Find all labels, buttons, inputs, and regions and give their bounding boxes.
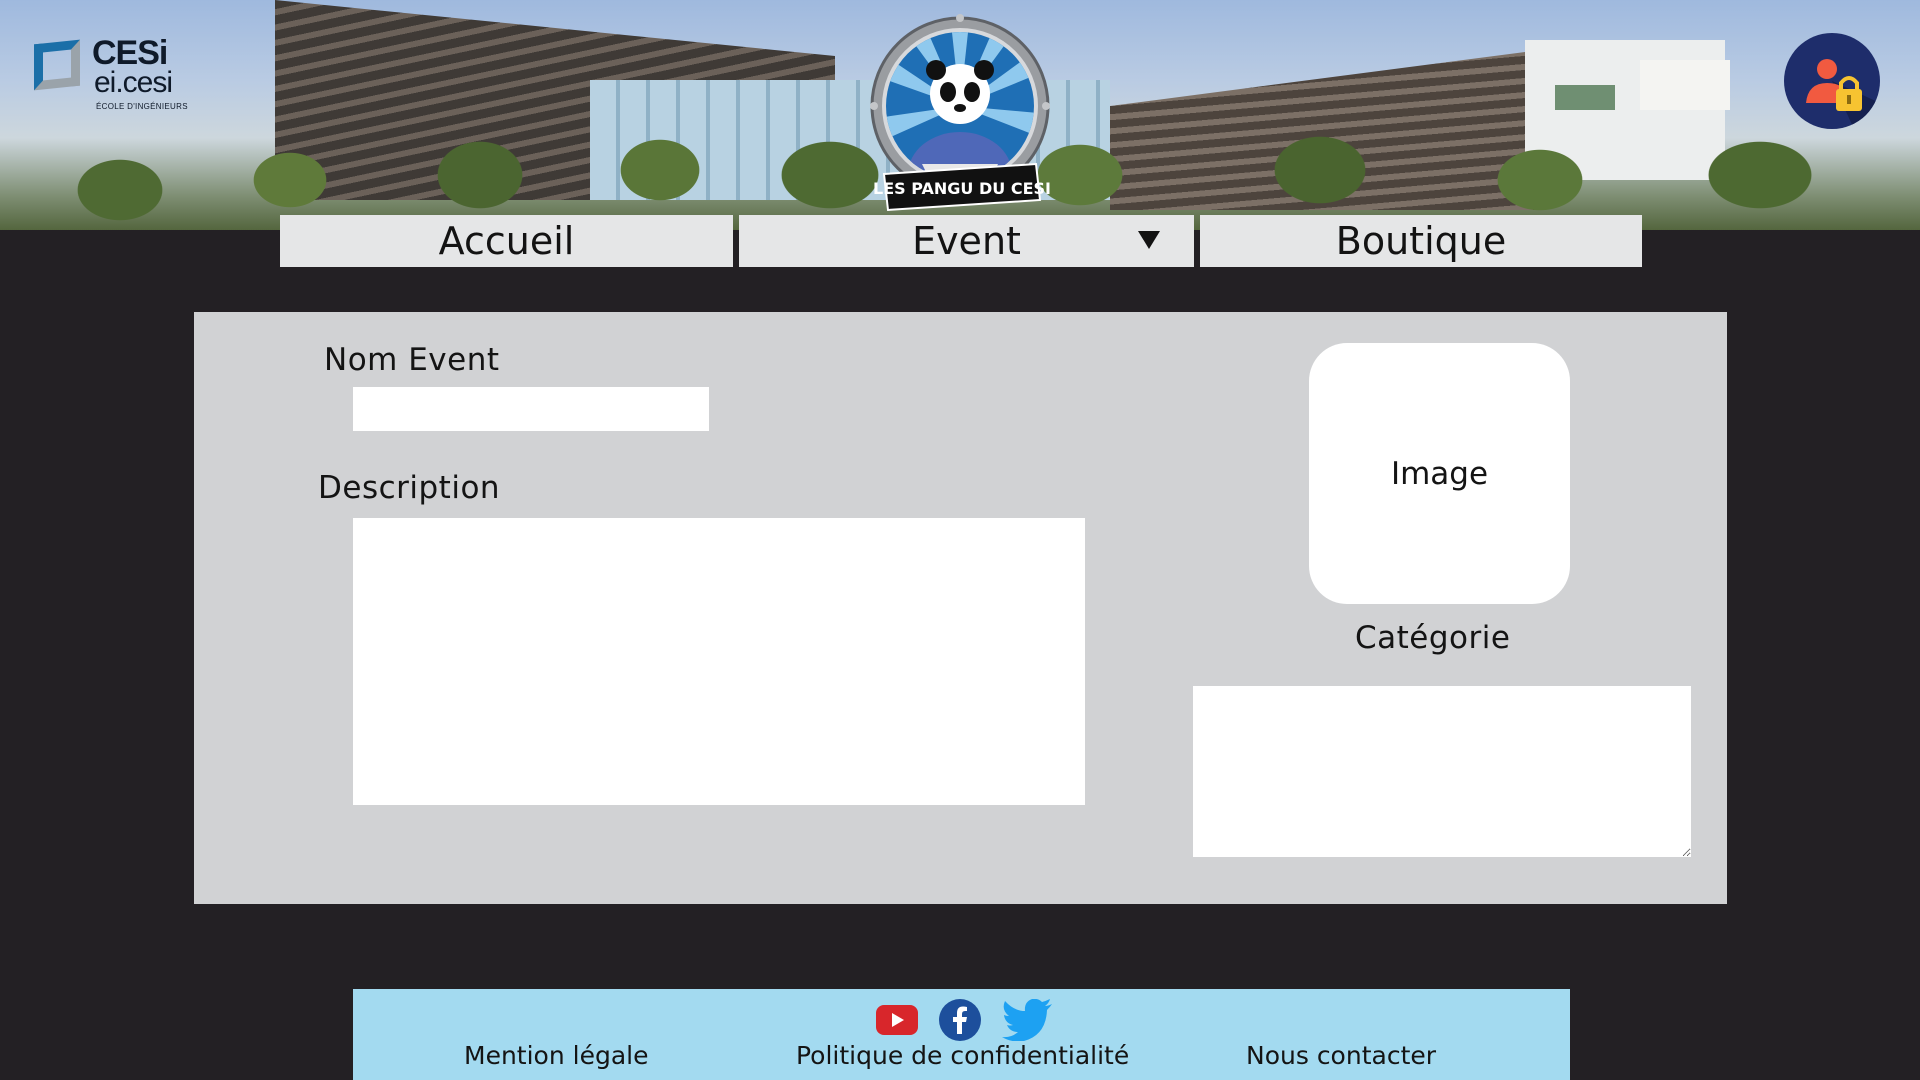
footer-contact-link[interactable]: Nous contacter	[1246, 1041, 1436, 1070]
social-links	[876, 993, 1056, 1041]
nav-event-dropdown[interactable]: Event	[739, 215, 1194, 267]
facebook-icon[interactable]	[938, 998, 982, 1042]
cesi-logo-mark	[34, 39, 80, 91]
twitter-icon[interactable]	[1002, 999, 1054, 1041]
footer: Mention légale Politique de confidential…	[353, 989, 1570, 1080]
event-name-label: Nom Event	[324, 342, 500, 378]
main-nav: Accueil Event Boutique	[280, 215, 1642, 267]
image-upload-box[interactable]: Image	[1309, 343, 1570, 604]
youtube-icon[interactable]	[876, 1005, 918, 1035]
cesi-logo[interactable]: CESi ei.cesi ÉCOLE D'INGÉNIEURS	[30, 32, 200, 122]
banner-building	[1640, 60, 1730, 110]
description-label: Description	[318, 470, 501, 506]
caret-down-icon[interactable]	[1138, 231, 1160, 249]
nav-accueil-label: Accueil	[438, 219, 575, 263]
event-form-panel: Nom Event Description Image Catégorie	[194, 312, 1727, 904]
footer-legal-link[interactable]: Mention légale	[464, 1041, 648, 1070]
cesi-logo-subtext: ei.cesi	[94, 66, 173, 99]
description-textarea[interactable]	[353, 518, 1085, 805]
nav-boutique-label: Boutique	[1335, 219, 1507, 263]
panda-mascot-logo[interactable]: LES PANGU DU CESI	[870, 14, 1050, 214]
event-name-input[interactable]	[353, 387, 709, 431]
footer-privacy-link[interactable]: Politique de confidentialité	[796, 1041, 1129, 1070]
account-login-button[interactable]	[1784, 33, 1880, 129]
header-banner: CESi ei.cesi ÉCOLE D'INGÉNIEURS LES PANG…	[0, 0, 1920, 230]
mascot-banner-text: LES PANGU DU CESI	[873, 179, 1050, 198]
nav-accueil[interactable]: Accueil	[280, 215, 733, 267]
nav-event-label: Event	[912, 219, 1021, 263]
category-input[interactable]	[1193, 686, 1691, 857]
user-lock-icon	[1806, 59, 1880, 129]
category-label: Catégorie	[1355, 620, 1511, 656]
cesi-logo-tagline: ÉCOLE D'INGÉNIEURS	[96, 102, 188, 111]
nav-boutique[interactable]: Boutique	[1200, 215, 1642, 267]
image-upload-label: Image	[1390, 455, 1489, 492]
